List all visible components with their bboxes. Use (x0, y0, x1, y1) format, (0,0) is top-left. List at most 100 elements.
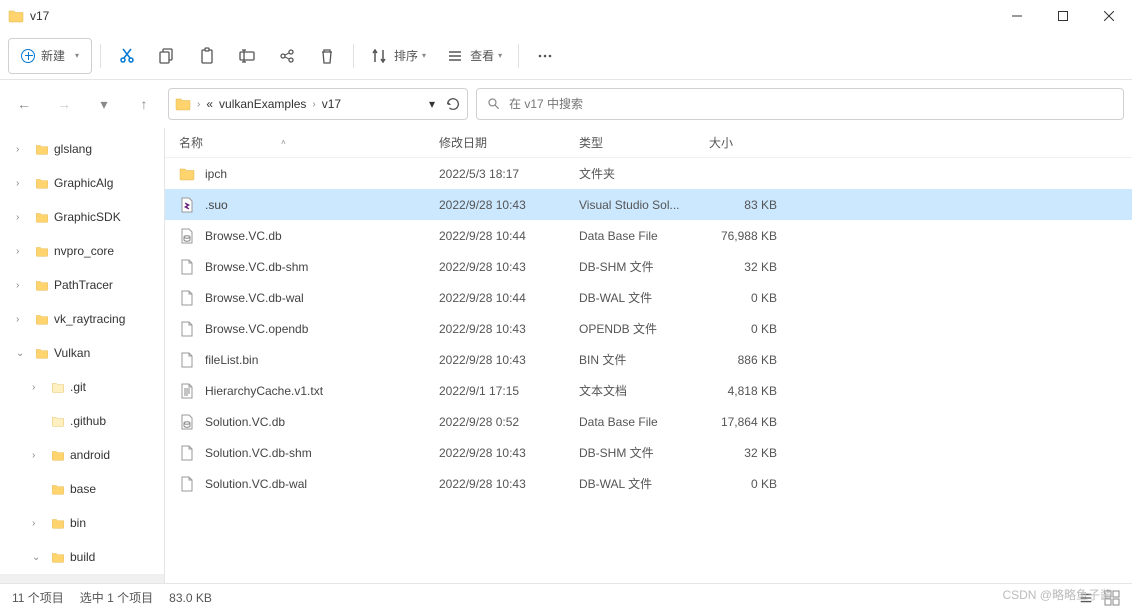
file-row[interactable]: Browse.VC.db-wal2022/9/28 10:44DB-WAL 文件… (165, 282, 1132, 313)
tree-item-build[interactable]: ⌄build (0, 540, 164, 574)
expand-icon[interactable]: ⌄ (32, 552, 46, 563)
refresh-icon[interactable] (445, 96, 461, 112)
details-view-icon[interactable] (1078, 590, 1094, 606)
tree-item-GraphicAlg[interactable]: ›GraphicAlg (0, 166, 164, 200)
file-row[interactable]: fileList.bin2022/9/28 10:43BIN 文件886 KB (165, 344, 1132, 375)
view-button[interactable]: 查看 ▾ (438, 38, 510, 74)
folder-icon (175, 96, 191, 112)
tree-item-base[interactable]: base (0, 472, 164, 506)
expand-icon[interactable]: › (16, 314, 30, 325)
file-date: 2022/9/28 10:43 (425, 477, 565, 491)
file-icon (179, 476, 195, 492)
file-name: Solution.VC.db (205, 415, 285, 429)
tree-item-PathTracer[interactable]: ›PathTracer (0, 268, 164, 302)
new-label: 新建 (41, 47, 65, 64)
tree-label: Vulkan (54, 346, 90, 360)
expand-icon[interactable]: › (32, 450, 46, 461)
copy-button[interactable] (149, 38, 185, 74)
address-seg[interactable]: v17 (322, 97, 341, 111)
file-row[interactable]: HierarchyCache.v1.txt2022/9/1 17:15文本文档4… (165, 375, 1132, 406)
cut-button[interactable] (109, 38, 145, 74)
folder-icon (34, 245, 50, 258)
file-name: HierarchyCache.v1.txt (205, 384, 323, 398)
tree-item-GraphicSDK[interactable]: › GraphicSDK (0, 200, 164, 234)
search-input[interactable] (509, 97, 1113, 111)
nav-tree[interactable]: ›glslang›GraphicAlg›GraphicSDK›nvpro_cor… (0, 128, 165, 583)
tree-item-github[interactable]: .github (0, 404, 164, 438)
file-size: 0 KB (695, 477, 785, 491)
file-icon (179, 321, 195, 337)
recent-button[interactable]: ▾ (88, 88, 120, 120)
address-overflow[interactable]: « (206, 97, 213, 111)
file-type: DB-SHM 文件 (565, 444, 695, 461)
up-button[interactable]: ↑ (128, 88, 160, 120)
rename-button[interactable] (229, 38, 265, 74)
item-count: 11 个项目 (12, 589, 64, 606)
close-button[interactable] (1086, 0, 1132, 32)
chevron-down-icon: ▾ (75, 51, 79, 60)
file-type: 文本文档 (565, 382, 695, 399)
delete-button[interactable] (309, 38, 345, 74)
file-date: 2022/9/28 0:52 (425, 415, 565, 429)
tree-item-nvpro_core[interactable]: ›nvpro_core (0, 234, 164, 268)
share-button[interactable] (269, 38, 305, 74)
file-type: Data Base File (565, 415, 695, 429)
address-bar[interactable]: › « vulkanExamples › v17 ▾ (168, 88, 468, 120)
back-button[interactable]: ← (8, 88, 40, 120)
tree-item-vk_raytracing[interactable]: ›vk_raytracing (0, 302, 164, 336)
paste-button[interactable] (189, 38, 225, 74)
col-type[interactable]: 类型 (565, 134, 695, 151)
file-row[interactable]: Browse.VC.db-shm2022/9/28 10:43DB-SHM 文件… (165, 251, 1132, 282)
file-icon (179, 290, 195, 306)
minimize-button[interactable] (994, 0, 1040, 32)
file-date: 2022/9/28 10:44 (425, 291, 565, 305)
expand-icon[interactable]: ⌄ (16, 348, 30, 359)
file-row[interactable]: Browse.VC.db2022/9/28 10:44Data Base Fil… (165, 220, 1132, 251)
tree-item-bin[interactable]: ›bin (0, 506, 164, 540)
file-row[interactable]: Solution.VC.db 2022/9/28 0:52Data Base Fi… (165, 406, 1132, 437)
file-type: Visual Studio Sol... (565, 198, 695, 212)
tree-item-git[interactable]: ›.git (0, 370, 164, 404)
col-name[interactable]: 名称˄ (165, 134, 425, 151)
file-row[interactable]: ipch2022/5/3 18:17文件夹 (165, 158, 1132, 189)
chevron-down-icon[interactable]: ▾ (429, 97, 435, 111)
address-seg[interactable]: vulkanExamples (219, 97, 306, 111)
more-icon (536, 47, 554, 65)
sort-button[interactable]: 排序 ▾ (362, 38, 434, 74)
tree-label: GraphicSDK (54, 210, 121, 224)
file-row[interactable]: Solution.VC.db-wal2022/9/28 10:43DB-WAL … (165, 468, 1132, 499)
expand-icon[interactable]: › (32, 518, 46, 529)
file-row[interactable]: Browse.VC.opendb2022/9/28 10:43OPENDB 文件… (165, 313, 1132, 344)
expand-icon[interactable]: › (16, 178, 30, 189)
file-row[interactable]: Solution.VC.db-shm2022/9/28 10:43DB-SHM … (165, 437, 1132, 468)
tree-item-glslang[interactable]: › glslang (0, 132, 164, 166)
tree-item-android[interactable]: ›android (0, 438, 164, 472)
col-date[interactable]: 修改日期 (425, 134, 565, 151)
file-row[interactable]: .suo2022/9/28 10:43Visual Studio Sol...8… (165, 189, 1132, 220)
folder-icon (50, 415, 66, 428)
address-bar-row: ← → ▾ ↑ › « vulkanExamples › v17 ▾ (0, 80, 1132, 128)
search-box[interactable] (476, 88, 1124, 120)
forward-button[interactable]: → (48, 88, 80, 120)
tree-label: glslang (54, 142, 92, 156)
expand-icon[interactable]: › (16, 212, 30, 223)
col-size[interactable]: 大小 (695, 134, 785, 151)
tree-item-vs[interactable]: ›.vs (0, 574, 164, 583)
tree-item-Vulkan[interactable]: ⌄ Vulkan (0, 336, 164, 370)
file-date: 2022/9/28 10:43 (425, 198, 565, 212)
share-icon (278, 47, 296, 65)
tiles-view-icon[interactable] (1104, 590, 1120, 606)
new-button[interactable]: 新建 ▾ (8, 38, 92, 74)
more-button[interactable] (527, 38, 563, 74)
expand-icon[interactable]: › (32, 382, 46, 393)
folder-icon (34, 347, 50, 360)
file-date: 2022/9/28 10:43 (425, 322, 565, 336)
window-title: v17 (30, 9, 49, 23)
file-date: 2022/9/28 10:43 (425, 353, 565, 367)
expand-icon[interactable]: › (16, 144, 30, 155)
maximize-button[interactable] (1040, 0, 1086, 32)
expand-icon[interactable]: › (16, 280, 30, 291)
titlebar: v17 (0, 0, 1132, 32)
expand-icon[interactable]: › (16, 246, 30, 257)
copy-icon (158, 47, 176, 65)
